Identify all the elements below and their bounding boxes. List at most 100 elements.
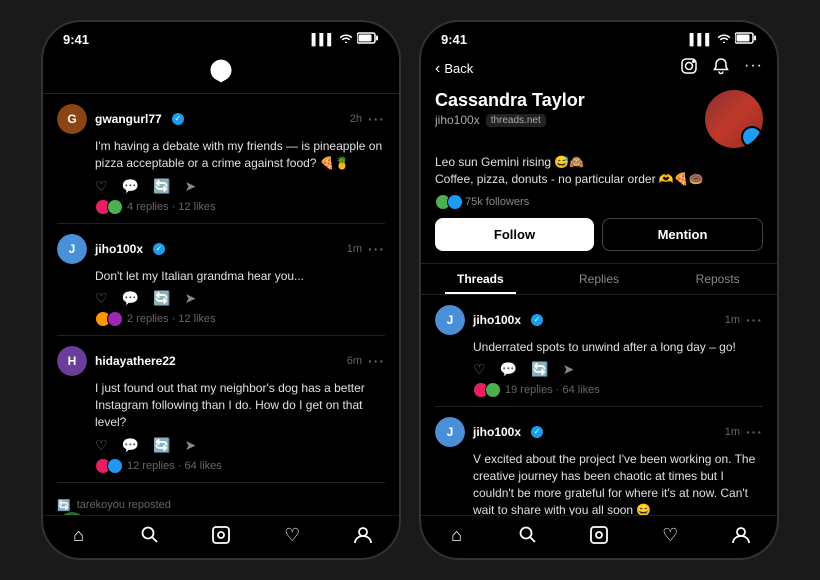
profile-nav-bar: ‹ Back ···: [421, 51, 777, 86]
threads-logo: @: [207, 57, 235, 85]
post-user: J jiho100x ✓: [435, 305, 543, 335]
comment-icon[interactable]: 💬: [122, 290, 139, 307]
avatar: J: [57, 234, 87, 264]
nav-likes[interactable]: ♡: [277, 525, 307, 546]
like-icon[interactable]: ♡: [95, 437, 108, 454]
post-time: 1m: [725, 314, 740, 326]
post-content: Underrated spots to unwind after a long …: [473, 339, 763, 356]
mini-avatars: [95, 311, 119, 327]
status-icons-2: ▌▌▌: [690, 32, 757, 47]
post-stats: 19 replies · 64 likes: [473, 382, 763, 398]
mention-button[interactable]: Mention: [602, 218, 763, 251]
profile-avatar-large: [705, 90, 763, 148]
avatar: H: [57, 346, 87, 376]
nav-compose-2[interactable]: [584, 524, 614, 546]
mini-avatars: [95, 458, 119, 474]
post-meta: 1m ···: [347, 241, 385, 257]
post-meta: 1m ···: [725, 312, 763, 328]
back-button[interactable]: ‹ Back: [435, 60, 473, 78]
profile-followers: 75k followers: [435, 194, 763, 210]
like-icon[interactable]: ♡: [95, 290, 108, 307]
post-stats: 2 replies · 12 likes: [95, 311, 385, 327]
share-icon[interactable]: ➤: [184, 437, 196, 454]
username: jiho100x: [95, 242, 143, 256]
tab-replies[interactable]: Replies: [540, 264, 659, 294]
back-chevron-icon: ‹: [435, 60, 440, 78]
profile-bio: Leo sun Gemini rising 😅🙈 Coffee, pizza, …: [435, 154, 763, 188]
svg-text:@: @: [215, 65, 228, 80]
nav-profile-2[interactable]: [726, 525, 756, 545]
avatar-img: J: [57, 234, 87, 264]
follow-button[interactable]: Follow: [435, 218, 594, 251]
repost-icon[interactable]: 🔄: [531, 361, 548, 378]
repost-icon[interactable]: 🔄: [153, 437, 170, 454]
post-time: 2h: [350, 113, 362, 125]
more-options-icon[interactable]: ···: [368, 353, 385, 369]
instagram-icon[interactable]: [680, 57, 698, 80]
followers-count: 75k followers: [465, 196, 529, 208]
more-options-icon[interactable]: ···: [368, 241, 385, 257]
share-icon[interactable]: ➤: [562, 361, 574, 378]
profile-buttons: Follow Mention: [435, 218, 763, 251]
post-content: V excited about the project I've been wo…: [473, 451, 763, 515]
tab-replies-label: Replies: [579, 272, 619, 286]
feed: G gwangurl77 ✓ 2h ··· I'm having a debat…: [43, 94, 399, 515]
more-options-icon[interactable]: ···: [746, 424, 763, 440]
share-icon[interactable]: ➤: [184, 290, 196, 307]
like-icon[interactable]: ♡: [95, 178, 108, 195]
post-actions: ♡ 💬 🔄 ➤: [95, 178, 385, 195]
nav-home-2[interactable]: ⌂: [442, 525, 472, 546]
tab-threads-label: Threads: [457, 272, 504, 286]
profile-post-item: J jiho100x ✓ 1m ··· V excited about the …: [435, 407, 763, 515]
tab-reposts[interactable]: Reposts: [658, 264, 777, 294]
avatar-img: G: [57, 104, 87, 134]
post-user: H hidayathere22: [57, 346, 176, 376]
reply-count: 19 replies · 64 likes: [505, 384, 600, 396]
like-icon[interactable]: ♡: [473, 361, 486, 378]
username: jiho100x: [473, 313, 521, 327]
post-time: 6m: [347, 355, 362, 367]
repost-by-label: tarekoyou reposted: [77, 499, 171, 511]
repost-icon[interactable]: 🔄: [153, 178, 170, 195]
tab-threads[interactable]: Threads: [421, 264, 540, 294]
tab-reposts-label: Reposts: [696, 272, 740, 286]
nav-likes-2[interactable]: ♡: [655, 525, 685, 546]
notification-icon[interactable]: [712, 57, 730, 80]
repost-small-icon: 🔄: [57, 499, 71, 512]
post-actions: ♡ 💬 🔄 ➤: [95, 437, 385, 454]
status-bar-2: 9:41 ▌▌▌: [421, 22, 777, 51]
profile-text: Cassandra Taylor jiho100x threads.net: [435, 90, 585, 133]
more-options-icon[interactable]: ···: [746, 312, 763, 328]
more-options-icon[interactable]: ···: [744, 57, 763, 80]
mini-avatars: [473, 382, 497, 398]
comment-icon[interactable]: 💬: [500, 361, 517, 378]
comment-icon[interactable]: 💬: [122, 437, 139, 454]
post-stats: 4 replies · 12 likes: [95, 199, 385, 215]
comment-icon[interactable]: 💬: [122, 178, 139, 195]
more-options-icon[interactable]: ···: [368, 111, 385, 127]
post-header: G gwangurl77 ✓ 2h ···: [57, 104, 385, 134]
battery-icon-2: [735, 32, 757, 47]
time-2: 9:41: [441, 32, 467, 47]
post-user: J jiho100x ✓: [435, 417, 543, 447]
post-item: J jiho100x ✓ 1m ··· Don't let my Italian…: [57, 224, 385, 337]
phone-profile: 9:41 ▌▌▌ ‹ Back: [419, 20, 779, 560]
status-icons-1: ▌▌▌: [312, 32, 379, 47]
nav-profile[interactable]: [348, 525, 378, 545]
nav-home[interactable]: ⌂: [64, 525, 94, 546]
profile-handle-row: jiho100x threads.net: [435, 113, 585, 127]
post-meta: 2h ···: [350, 111, 385, 127]
nav-compose[interactable]: [206, 524, 236, 546]
status-bar-1: 9:41 ▌▌▌: [43, 22, 399, 51]
repost-indicator: 🔄 tarekoyou reposted: [57, 493, 385, 512]
share-icon[interactable]: ➤: [184, 178, 196, 195]
follower-avatars: [435, 194, 459, 210]
nav-search-2[interactable]: [513, 525, 543, 545]
avatar-img: J: [435, 305, 465, 335]
repost-icon[interactable]: 🔄: [153, 290, 170, 307]
post-header: J jiho100x ✓ 1m ···: [435, 305, 763, 335]
avatar: J: [435, 417, 465, 447]
nav-search[interactable]: [135, 525, 165, 545]
post-header: J jiho100x ✓ 1m ···: [435, 417, 763, 447]
post-time: 1m: [725, 426, 740, 438]
